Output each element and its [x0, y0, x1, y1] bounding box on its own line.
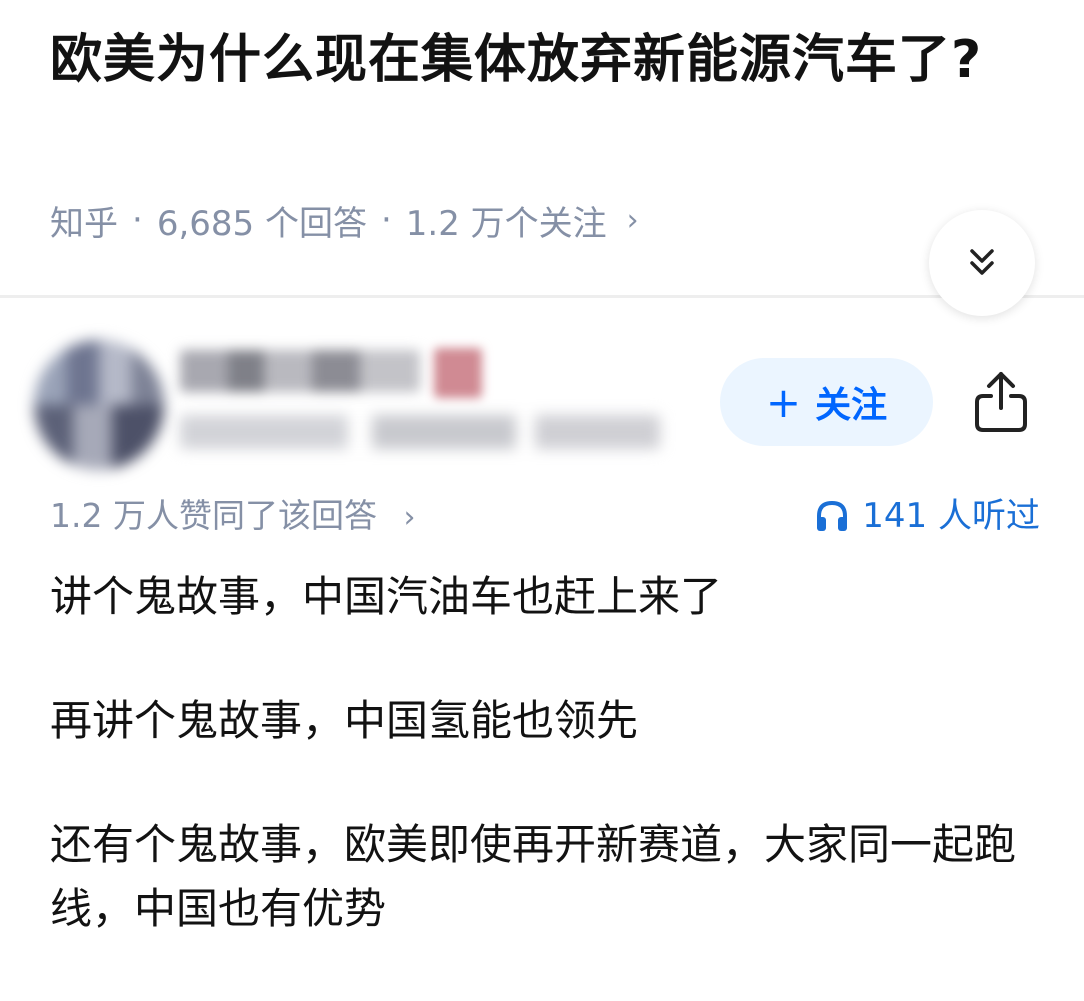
- follow-button[interactable]: + 关注: [720, 358, 933, 446]
- author-name-blurred[interactable]: [180, 350, 420, 392]
- follower-count: 1.2 万个关注: [405, 203, 607, 244]
- follow-label: 关注: [815, 385, 888, 426]
- author-row: + 关注: [0, 320, 1084, 470]
- chevron-right-icon: ›: [403, 500, 416, 535]
- collapse-button[interactable]: [929, 210, 1035, 316]
- avatar[interactable]: [34, 340, 164, 470]
- upvote-summary[interactable]: 1.2 万人赞同了该回答 ›: [50, 490, 415, 544]
- meta-separator: ·: [132, 200, 143, 240]
- meta-separator: ·: [380, 200, 392, 240]
- question-meta[interactable]: 知乎 · 6,685 个回答 · 1.2 万个关注 ›: [50, 190, 639, 250]
- listen-count: 141 人听过: [862, 496, 1040, 536]
- chevron-right-icon: ›: [626, 202, 639, 238]
- upvote-count: 1.2 万人赞同了该回答: [50, 496, 377, 535]
- headphones-icon: [814, 498, 850, 534]
- answer-stats: 1.2 万人赞同了该回答 › 141 人听过: [50, 490, 1040, 542]
- answer-body[interactable]: 讲个鬼故事，中国汽油车也赶上来了 再讲个鬼故事，中国氢能也领先 还有个鬼故事，欧…: [50, 565, 1040, 1001]
- share-button[interactable]: [966, 362, 1036, 442]
- answer-paragraph: 讲个鬼故事，中国汽油车也赶上来了: [50, 572, 723, 621]
- share-icon: [975, 372, 1027, 432]
- author-bio-blurred: [180, 415, 660, 449]
- answer-count: 6,685 个回答: [156, 203, 367, 244]
- author-badge-blurred: [434, 348, 482, 398]
- plus-icon: +: [765, 377, 802, 427]
- answer-paragraph: 还有个鬼故事，欧美即使再开新赛道，大家同一起跑线，中国也有优势: [50, 820, 1017, 933]
- divider: [0, 295, 1084, 298]
- source-label: 知乎: [50, 203, 118, 244]
- listen-button[interactable]: 141 人听过: [814, 490, 1040, 542]
- answer-paragraph: 再讲个鬼故事，中国氢能也领先: [50, 696, 639, 745]
- question-title[interactable]: 欧美为什么现在集体放弃新能源汽车了?: [50, 20, 1010, 100]
- double-chevron-down-icon: [970, 249, 994, 275]
